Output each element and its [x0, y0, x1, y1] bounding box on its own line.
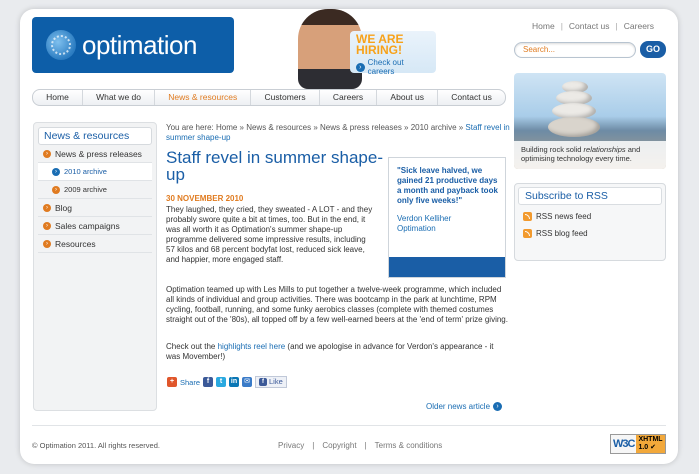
copyright-text: © Optimation 2011. All rights reserved. [32, 441, 160, 450]
share-label[interactable]: Share [180, 378, 200, 387]
share-bar: + Share f t in ✉ f Like [167, 376, 287, 388]
page-container: optimation WE ARE HIRING! › Check out ca… [20, 9, 678, 464]
arrow-right-icon: › [43, 221, 51, 230]
article-title: Staff revel in summer shape-up [166, 148, 383, 184]
nav-what-we-do[interactable]: What we do [83, 90, 156, 105]
twitter-icon[interactable]: t [216, 377, 227, 387]
rss-panel: Subscribe to RSS RSS news feed RSS blog … [514, 183, 666, 261]
w3c-xhtml-badge[interactable]: W3C XHTML 1.0 ✔ [610, 434, 666, 454]
article-paragraph-2: Optimation teamed up with Les Mills to p… [166, 285, 508, 324]
globe-logo-icon [46, 30, 76, 60]
hiring-title-2: HIRING! [356, 43, 402, 57]
nav-careers[interactable]: Careers [320, 90, 378, 105]
email-icon[interactable]: ✉ [242, 377, 253, 387]
top-link-careers[interactable]: Careers [624, 21, 654, 31]
footer-link-terms[interactable]: Terms & conditions [375, 441, 443, 450]
stacked-stones-hero-image: Building rock solid relationships and op… [514, 73, 666, 169]
hiring-callout: WE ARE HIRING! › Check out careers [350, 31, 436, 76]
article-paragraph-3: Check out the highlights reel here (and … [166, 342, 494, 361]
nav-customers[interactable]: Customers [251, 90, 320, 105]
hiring-banner[interactable]: WE ARE HIRING! › Check out careers [292, 9, 452, 89]
separator: | [560, 21, 563, 31]
arrow-right-icon: › [43, 149, 51, 158]
nav-home[interactable]: Home [33, 90, 83, 105]
sidebar-title: News & resources [38, 127, 152, 145]
pull-quote: "Sick leave halved, we gained 21 product… [388, 157, 506, 278]
sidebar-item-2009-archive[interactable]: › 2009 archive [38, 181, 152, 199]
article-paragraph-1: They laughed, they cried, they sweated -… [166, 205, 373, 264]
separator: | [312, 441, 315, 450]
top-links: Home | Contact us | Careers [532, 21, 654, 31]
quote-text: "Sick leave halved, we gained 21 product… [397, 166, 498, 205]
rss-blog-feed-link[interactable]: RSS blog feed [515, 225, 665, 242]
careers-link[interactable]: › Check out careers [356, 58, 430, 76]
arrow-right-icon: › [43, 203, 51, 212]
plus-icon: + [167, 377, 177, 387]
arrow-right-icon: › [43, 239, 51, 248]
sidebar-item-news-press[interactable]: › News & press releases [38, 145, 152, 163]
highlights-reel-link[interactable]: highlights reel here [218, 342, 286, 351]
optimation-logo[interactable]: optimation [32, 17, 234, 73]
nav-news-resources[interactable]: News & resources [155, 90, 252, 105]
top-link-home[interactable]: Home [532, 21, 555, 31]
arrow-right-icon: › [52, 185, 60, 194]
footer-link-copyright[interactable]: Copyright [322, 441, 356, 450]
main-nav: Home What we do News & resources Custome… [32, 89, 506, 106]
xhtml-label: XHTML 1.0 ✔ [636, 435, 665, 453]
older-news-link[interactable]: Older news article › [426, 402, 503, 411]
facebook-icon[interactable]: f [203, 377, 214, 387]
arrow-right-icon: › [52, 167, 60, 176]
separator: | [364, 441, 367, 450]
breadcrumb: You are here: Home » News & resources » … [166, 123, 512, 143]
facebook-icon: f [259, 378, 268, 386]
search-go-button[interactable]: GO [640, 41, 666, 58]
sidebar-item-blog[interactable]: › Blog [38, 199, 152, 217]
arrow-right-icon: › [356, 62, 365, 72]
quote-attribution: Verdon Kelliher Optimation [397, 214, 452, 233]
careers-link-label: Check out careers [367, 58, 404, 76]
top-link-contact[interactable]: Contact us [569, 21, 610, 31]
rss-icon [523, 229, 532, 238]
facebook-like-button[interactable]: f Like [255, 376, 287, 388]
quote-footer-bar [389, 257, 505, 277]
hero-caption: Building rock solid relationships and op… [514, 141, 666, 169]
sidebar-item-resources[interactable]: › Resources [38, 235, 152, 253]
arrow-right-icon: › [493, 402, 503, 411]
linkedin-icon[interactable]: in [229, 377, 240, 387]
rss-icon [523, 212, 532, 221]
rss-news-feed-link[interactable]: RSS news feed [515, 208, 665, 225]
nav-contact-us[interactable]: Contact us [438, 90, 505, 105]
breadcrumb-path[interactable]: You are here: Home » News & resources » … [166, 123, 465, 132]
separator: | [615, 21, 618, 31]
article-date: 30 NOVEMBER 2010 [166, 194, 244, 203]
logo-text: optimation [82, 29, 197, 60]
sidebar-item-sales-campaigns[interactable]: › Sales campaigns [38, 217, 152, 235]
search-input[interactable]: Search... [514, 42, 636, 58]
sidebar-item-2010-archive[interactable]: › 2010 archive [38, 163, 152, 181]
left-sidebar: News & resources › News & press releases… [33, 122, 157, 411]
nav-about-us[interactable]: About us [377, 90, 439, 105]
footer-divider [32, 425, 666, 426]
rss-title: Subscribe to RSS [518, 187, 662, 205]
footer-links: Privacy | Copyright | Terms & conditions [278, 441, 442, 450]
footer-link-privacy[interactable]: Privacy [278, 441, 304, 450]
w3c-logo: W3C [613, 438, 635, 450]
